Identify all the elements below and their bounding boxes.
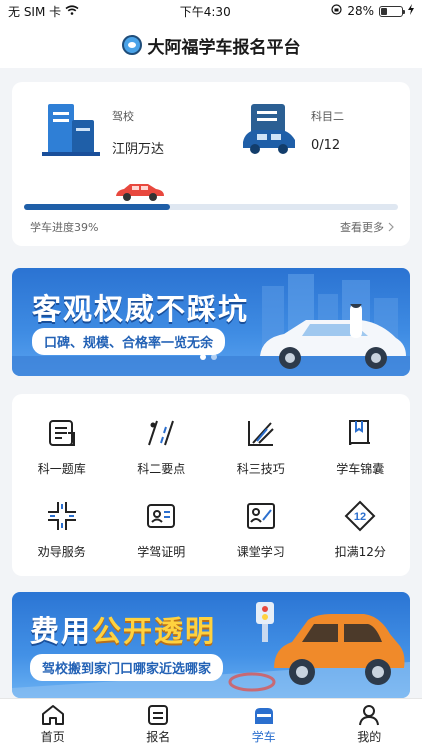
carousel-indicator[interactable]: [200, 354, 217, 360]
tab-label: 报名: [146, 730, 171, 744]
feature-subject1-bank[interactable]: 科一题库: [12, 416, 112, 477]
subject-label: 科目二: [311, 110, 344, 123]
tab-label: 我的: [357, 730, 382, 744]
carousel-dot[interactable]: [211, 354, 217, 360]
bottom-tab-bar: 首页 报名 学车 我的: [0, 698, 422, 750]
orientation-lock-icon: [331, 4, 342, 18]
chevron-right-icon: [388, 222, 394, 232]
school-building-icon: [42, 104, 100, 156]
clock-text: 下午4:30: [179, 4, 231, 19]
driving-school-info[interactable]: 驾校 江阴万达: [12, 102, 211, 158]
road-points-icon: [144, 416, 178, 450]
id-card-icon: [144, 499, 178, 533]
feature-label: 扣满12分: [334, 545, 386, 559]
feature-label: 科一题库: [37, 462, 86, 476]
learning-progress-card[interactable]: 驾校 江阴万达 科目二 0/12 学车进度39% 查看更多: [12, 82, 410, 246]
register-icon: [148, 705, 169, 725]
status-bar: 无 SIM 卡 下午4:30 28%: [0, 0, 422, 22]
promo-banner-trust[interactable]: 客观权威不踩坑 口碑、规模、合格率一览无余: [12, 268, 410, 376]
progress-fill: [24, 204, 170, 210]
feature-classroom[interactable]: 课堂学习: [211, 499, 311, 560]
headline-white: 费用: [30, 614, 93, 648]
promo-banner-fees[interactable]: 费用公开透明 驾校搬到家门口哪家近选哪家: [12, 592, 410, 698]
view-more-link[interactable]: 查看更多: [340, 219, 394, 235]
school-label: 驾校: [112, 110, 134, 123]
feature-learning-tips[interactable]: 学车锦囊: [311, 416, 411, 477]
school-value: 江阴万达: [112, 142, 165, 157]
feature-subject3-skills[interactable]: 科三技巧: [211, 416, 311, 477]
subject-value: 0/12: [311, 138, 341, 153]
feature-label: 科三技巧: [236, 462, 285, 476]
white-car-illustration: [260, 304, 406, 369]
feature-label: 学驾证明: [137, 545, 186, 559]
twelve-points-icon: 12: [343, 499, 377, 533]
profile-icon: [359, 705, 380, 726]
progress-track: [24, 204, 398, 210]
banner-subtitle: 口碑、规模、合格率一览无余: [32, 328, 226, 355]
feature-label: 科二要点: [137, 462, 186, 476]
tab-home[interactable]: 首页: [0, 699, 106, 750]
feature-grid-card: 科一题库 科二要点 科三技巧 学车锦囊 劝导服务 学驾证明 课堂学习 12 扣满…: [12, 394, 410, 576]
progress-car-icon: [115, 184, 164, 201]
page-title: 大阿福学车报名平台: [147, 37, 301, 58]
tab-profile[interactable]: 我的: [317, 699, 422, 750]
feature-guidance-service[interactable]: 劝导服务: [12, 499, 112, 560]
headline-yellow: 公开透明: [92, 614, 217, 648]
progress-text: 学车进度39%: [30, 221, 99, 234]
tab-learn-driving[interactable]: 学车: [211, 699, 317, 750]
car-document-icon: [243, 104, 295, 154]
banner-subtitle: 驾校搬到家门口哪家近选哪家: [30, 654, 224, 681]
battery-icon: [378, 5, 405, 17]
carousel-dot[interactable]: [200, 354, 206, 360]
subject-info[interactable]: 科目二 0/12: [211, 102, 410, 158]
banner-headline: 客观权威不踩坑: [32, 292, 250, 326]
svg-text:12: 12: [354, 511, 366, 523]
tab-label: 学车: [251, 730, 276, 744]
feature-label: 劝导服务: [37, 545, 86, 559]
home-icon: [41, 705, 64, 725]
charging-icon: [407, 4, 414, 18]
car-icon: [254, 708, 273, 724]
feature-twelve-points[interactable]: 12 扣满12分: [311, 499, 411, 560]
view-more-label: 查看更多: [340, 221, 384, 234]
book-icon: [343, 416, 377, 450]
carrier-text: 无 SIM 卡: [8, 4, 62, 19]
feature-label: 学车锦囊: [336, 462, 385, 476]
wifi-icon: [65, 4, 79, 18]
crossroad-icon: [45, 499, 79, 533]
app-logo-icon: [121, 35, 142, 55]
classroom-icon: [244, 499, 278, 533]
banner-headline: 费用公开透明: [30, 608, 216, 650]
question-bank-icon: [45, 416, 79, 450]
road-skill-icon: [244, 416, 278, 450]
battery-percent: 28%: [347, 4, 374, 18]
feature-subject2-points[interactable]: 科二要点: [112, 416, 212, 477]
app-header: 大阿福学车报名平台: [0, 22, 422, 68]
tab-register[interactable]: 报名: [106, 699, 212, 750]
feature-label: 课堂学习: [236, 545, 285, 559]
tab-label: 首页: [40, 730, 65, 744]
feature-learner-certificate[interactable]: 学驾证明: [112, 499, 212, 560]
orange-car-illustration: [274, 614, 405, 685]
